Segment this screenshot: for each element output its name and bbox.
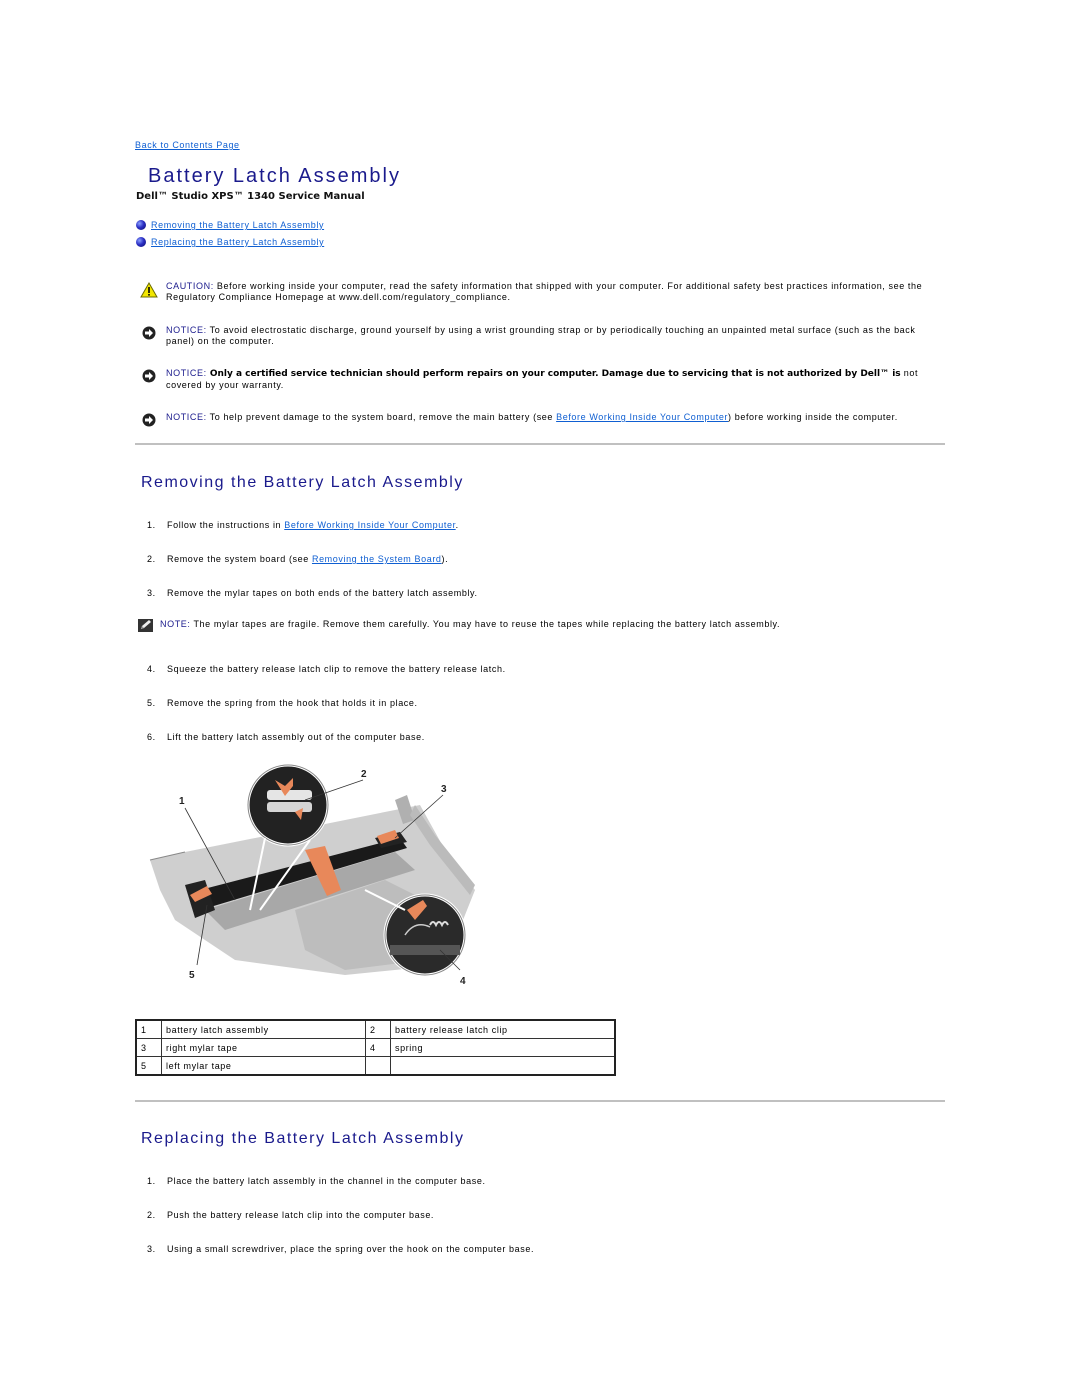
callout-number: [365, 1056, 391, 1076]
step-text: Place the battery latch assembly in the …: [167, 1176, 486, 1186]
step-number: 6.: [147, 732, 156, 742]
removing-system-board-link[interactable]: Removing the System Board: [312, 554, 442, 564]
callout-number: 5: [135, 1056, 162, 1076]
step-item: 6. Lift the battery latch assembly out o…: [147, 732, 425, 742]
notice-box: NOTICE: To help prevent damage to the sy…: [140, 412, 945, 427]
callout-number: 4: [365, 1038, 391, 1057]
notice-text: NOTICE: Only a certified service technic…: [166, 368, 945, 391]
note-body: The mylar tapes are fragile. Remove them…: [190, 619, 781, 629]
warning-triangle-icon: [140, 281, 158, 303]
callout-label: 3: [441, 784, 447, 795]
callout-label: 5: [189, 970, 195, 981]
toc-item: Removing the Battery Latch Assembly: [136, 220, 324, 230]
table-row: 5 left mylar tape: [135, 1056, 616, 1076]
note-box: NOTE: The mylar tapes are fragile. Remov…: [138, 619, 780, 634]
notice-arrow-icon: [140, 325, 158, 347]
notice-box: NOTICE: Only a certified service technic…: [140, 368, 945, 391]
callout-description: left mylar tape: [161, 1056, 366, 1076]
section-title-removing: Removing the Battery Latch Assembly: [141, 474, 464, 491]
notice-body: ) before working inside the computer.: [728, 412, 898, 422]
step-text: Remove the spring from the hook that hol…: [167, 698, 418, 708]
toc-item: Replacing the Battery Latch Assembly: [136, 237, 324, 247]
callout-description: battery release latch clip: [390, 1019, 616, 1039]
step-number: 5.: [147, 698, 156, 708]
toc-link-removing[interactable]: Removing the Battery Latch Assembly: [151, 220, 324, 230]
blue-bullet-icon: [136, 237, 146, 247]
step-text: Using a small screwdriver, place the spr…: [167, 1244, 535, 1254]
step-text: ).: [441, 554, 449, 564]
callout-number: 2: [365, 1019, 391, 1039]
notice-text: NOTICE: To help prevent damage to the sy…: [166, 412, 898, 427]
callout-description: right mylar tape: [161, 1038, 366, 1057]
notice-arrow-icon: [140, 412, 158, 427]
notice-text: NOTICE: To avoid electrostatic discharge…: [166, 325, 945, 347]
step-text: Remove the system board (see: [167, 554, 312, 564]
callout-label: 2: [361, 769, 367, 780]
caution-body: Before working inside your computer, rea…: [166, 281, 923, 302]
notice-bold-text: Only a certified service technician shou…: [206, 369, 901, 379]
step-item: 1. Follow the instructions in Before Wor…: [147, 520, 459, 530]
battery-latch-illustration: 1 2 3 4 5: [149, 763, 475, 987]
toc-link-replacing[interactable]: Replacing the Battery Latch Assembly: [151, 237, 324, 247]
step-number: 1.: [147, 1176, 156, 1186]
step-item: 5. Remove the spring from the hook that …: [147, 698, 418, 708]
caution-box: CAUTION: Before working inside your comp…: [140, 281, 945, 303]
notice-label: NOTICE:: [166, 325, 207, 335]
caution-label: CAUTION:: [166, 281, 214, 291]
step-item: 3. Using a small screwdriver, place the …: [147, 1244, 534, 1254]
step-item: 2. Push the battery release latch clip i…: [147, 1210, 434, 1220]
note-pencil-icon: [138, 619, 153, 634]
step-item: 1. Place the battery latch assembly in t…: [147, 1176, 486, 1186]
step-number: 3.: [147, 1244, 156, 1254]
step-item: 2. Remove the system board (see Removing…: [147, 554, 448, 564]
step-number: 4.: [147, 664, 156, 674]
caution-text: CAUTION: Before working inside your comp…: [166, 281, 945, 303]
step-text: .: [455, 520, 459, 530]
before-working-link[interactable]: Before Working Inside Your Computer: [556, 412, 728, 422]
step-text: Remove the mylar tapes on both ends of t…: [167, 588, 478, 598]
callout-number: 1: [135, 1019, 162, 1039]
step-text: Push the battery release latch clip into…: [167, 1210, 435, 1220]
step-number: 3.: [147, 588, 156, 598]
before-working-link[interactable]: Before Working Inside Your Computer: [284, 520, 455, 530]
step-text: Lift the battery latch assembly out of t…: [167, 732, 425, 742]
divider: [135, 443, 945, 445]
callout-label: 1: [179, 796, 185, 807]
notice-label: NOTICE:: [166, 368, 207, 378]
notice-body: To help prevent damage to the system boa…: [206, 412, 557, 422]
step-item: 3. Remove the mylar tapes on both ends o…: [147, 588, 478, 598]
blue-bullet-icon: [136, 220, 146, 230]
manual-subtitle: Dell™ Studio XPS™ 1340 Service Manual: [136, 191, 365, 202]
callout-description: [390, 1056, 616, 1076]
step-item: 4. Squeeze the battery release latch cli…: [147, 664, 506, 674]
table-row: 3 right mylar tape 4 spring: [135, 1038, 616, 1057]
notice-arrow-icon: [140, 368, 158, 391]
callout-number: 3: [135, 1038, 162, 1057]
callout-label: 4: [460, 976, 466, 987]
callout-description: spring: [390, 1038, 616, 1057]
step-number: 2.: [147, 554, 156, 564]
step-number: 1.: [147, 520, 156, 530]
notice-box: NOTICE: To avoid electrostatic discharge…: [140, 325, 945, 347]
notice-body: To avoid electrostatic discharge, ground…: [166, 325, 916, 346]
callout-description: battery latch assembly: [161, 1019, 366, 1039]
step-text: Follow the instructions in: [167, 520, 285, 530]
step-number: 2.: [147, 1210, 156, 1220]
note-label: NOTE:: [160, 619, 191, 629]
table-row: 1 battery latch assembly 2 battery relea…: [135, 1019, 616, 1039]
step-text: Squeeze the battery release latch clip t…: [167, 664, 506, 674]
page-title: Battery Latch Assembly: [148, 165, 401, 187]
callout-table: 1 battery latch assembly 2 battery relea…: [135, 1019, 616, 1076]
section-title-replacing: Replacing the Battery Latch Assembly: [141, 1130, 465, 1147]
notice-label: NOTICE:: [166, 412, 207, 422]
divider: [135, 1100, 945, 1102]
back-to-contents-link[interactable]: Back to Contents Page: [135, 140, 240, 150]
